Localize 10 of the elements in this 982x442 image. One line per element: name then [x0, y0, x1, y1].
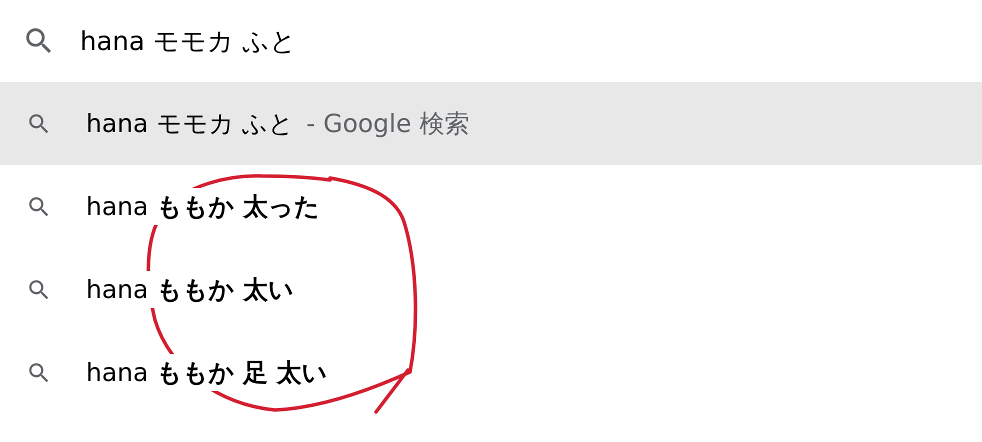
suggestion-text: hana モモカ ふと: [86, 108, 294, 140]
suggestion-suffix: - Google 検索: [306, 108, 470, 140]
suggestion-item[interactable]: hana ももか 太った: [0, 165, 982, 248]
suggestion-text: hana ももか 足 太い: [86, 354, 328, 391]
suggestion-item[interactable]: hana モモカ ふと - Google 検索: [0, 82, 982, 165]
suggestion-text: hana ももか 太い: [86, 271, 294, 308]
suggestion-item[interactable]: hana ももか 足 太い: [0, 331, 982, 414]
suggestion-item[interactable]: hana ももか 太い: [0, 248, 982, 331]
suggestion-text: hana ももか 太った: [86, 188, 320, 225]
search-field[interactable]: hana モモカ ふと: [80, 26, 680, 56]
